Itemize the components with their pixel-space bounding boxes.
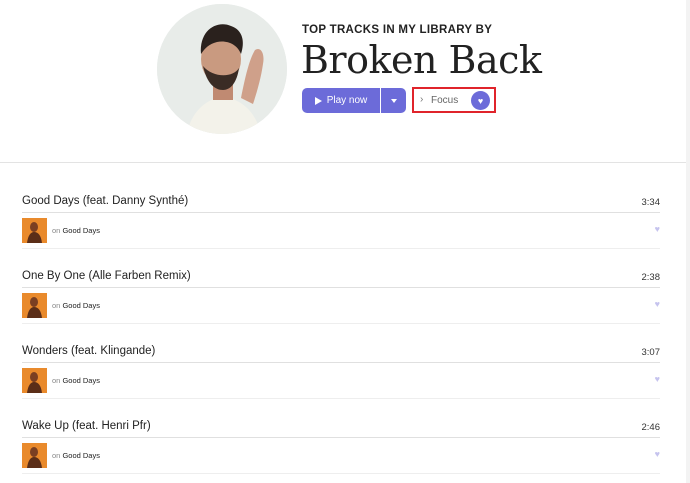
play-now-button[interactable]: Play now (302, 88, 380, 113)
like-heart-icon[interactable]: ♥ (655, 449, 660, 459)
track-duration: 3:34 (641, 197, 661, 208)
track-row[interactable]: Good Days (feat. Danny Synthé) 3:34 on G… (22, 189, 660, 264)
like-heart-icon[interactable]: ♥ (655, 224, 660, 234)
divider (22, 398, 660, 399)
album-cover[interactable] (22, 218, 47, 243)
on-label: on (52, 301, 61, 310)
track-title[interactable]: One By One (Alle Farben Remix) (22, 270, 191, 282)
artist-header: TOP TRACKS IN MY LIBRARY BY Broken Back … (0, 0, 690, 163)
page-subtitle: TOP TRACKS IN MY LIBRARY BY (302, 24, 493, 36)
album-line: on Good Days (52, 226, 100, 235)
album-line: on Good Days (52, 301, 100, 310)
artist-name: Broken Back (301, 38, 542, 82)
track-title[interactable]: Wake Up (feat. Henri Pfr) (22, 420, 151, 432)
divider (22, 437, 660, 438)
album-cover[interactable] (22, 368, 47, 393)
album-art-icon (22, 368, 47, 393)
divider (22, 212, 660, 213)
divider (22, 473, 660, 474)
track-row[interactable]: One By One (Alle Farben Remix) 2:38 on G… (22, 264, 660, 339)
album-link[interactable]: Good Days (62, 376, 100, 385)
like-heart-icon[interactable]: ♥ (655, 299, 660, 309)
on-label: on (52, 451, 61, 460)
album-art-icon (22, 293, 47, 318)
album-line: on Good Days (52, 451, 100, 460)
album-link[interactable]: Good Days (62, 226, 100, 235)
divider (22, 287, 660, 288)
track-title[interactable]: Wonders (feat. Klingande) (22, 345, 155, 357)
album-cover[interactable] (22, 293, 47, 318)
album-line: on Good Days (52, 376, 100, 385)
artist-avatar (157, 4, 287, 134)
divider (22, 248, 660, 249)
album-cover[interactable] (22, 443, 47, 468)
track-duration: 3:07 (641, 347, 661, 358)
on-label: on (52, 226, 61, 235)
track-title[interactable]: Good Days (feat. Danny Synthé) (22, 195, 188, 207)
play-options-button[interactable] (381, 88, 406, 113)
track-list: Good Days (feat. Danny Synthé) 3:34 on G… (22, 189, 660, 483)
divider (22, 362, 660, 363)
play-button-group: Play now (302, 88, 406, 113)
like-heart-icon[interactable]: ♥ (655, 374, 660, 384)
divider (22, 323, 660, 324)
play-icon (314, 96, 322, 105)
track-duration: 2:46 (641, 422, 661, 433)
focus-control: › Focus ♥ (412, 87, 496, 113)
track-row[interactable]: Wonders (feat. Klingande) 3:07 on Good D… (22, 339, 660, 414)
album-link[interactable]: Good Days (62, 451, 100, 460)
on-label: on (52, 376, 61, 385)
album-art-icon (22, 218, 47, 243)
focus-label[interactable]: Focus (431, 95, 458, 106)
album-art-icon (22, 443, 47, 468)
artist-photo-icon (157, 4, 287, 134)
chevron-right-icon[interactable]: › (420, 94, 423, 105)
scrollbar[interactable] (686, 0, 690, 483)
track-row[interactable]: Wake Up (feat. Henri Pfr) 2:46 on Good D… (22, 414, 660, 483)
play-now-label: Play now (326, 95, 368, 106)
chevron-down-icon (390, 98, 397, 103)
album-link[interactable]: Good Days (62, 301, 100, 310)
track-duration: 2:38 (641, 272, 661, 283)
favorite-heart-icon[interactable]: ♥ (471, 91, 490, 110)
